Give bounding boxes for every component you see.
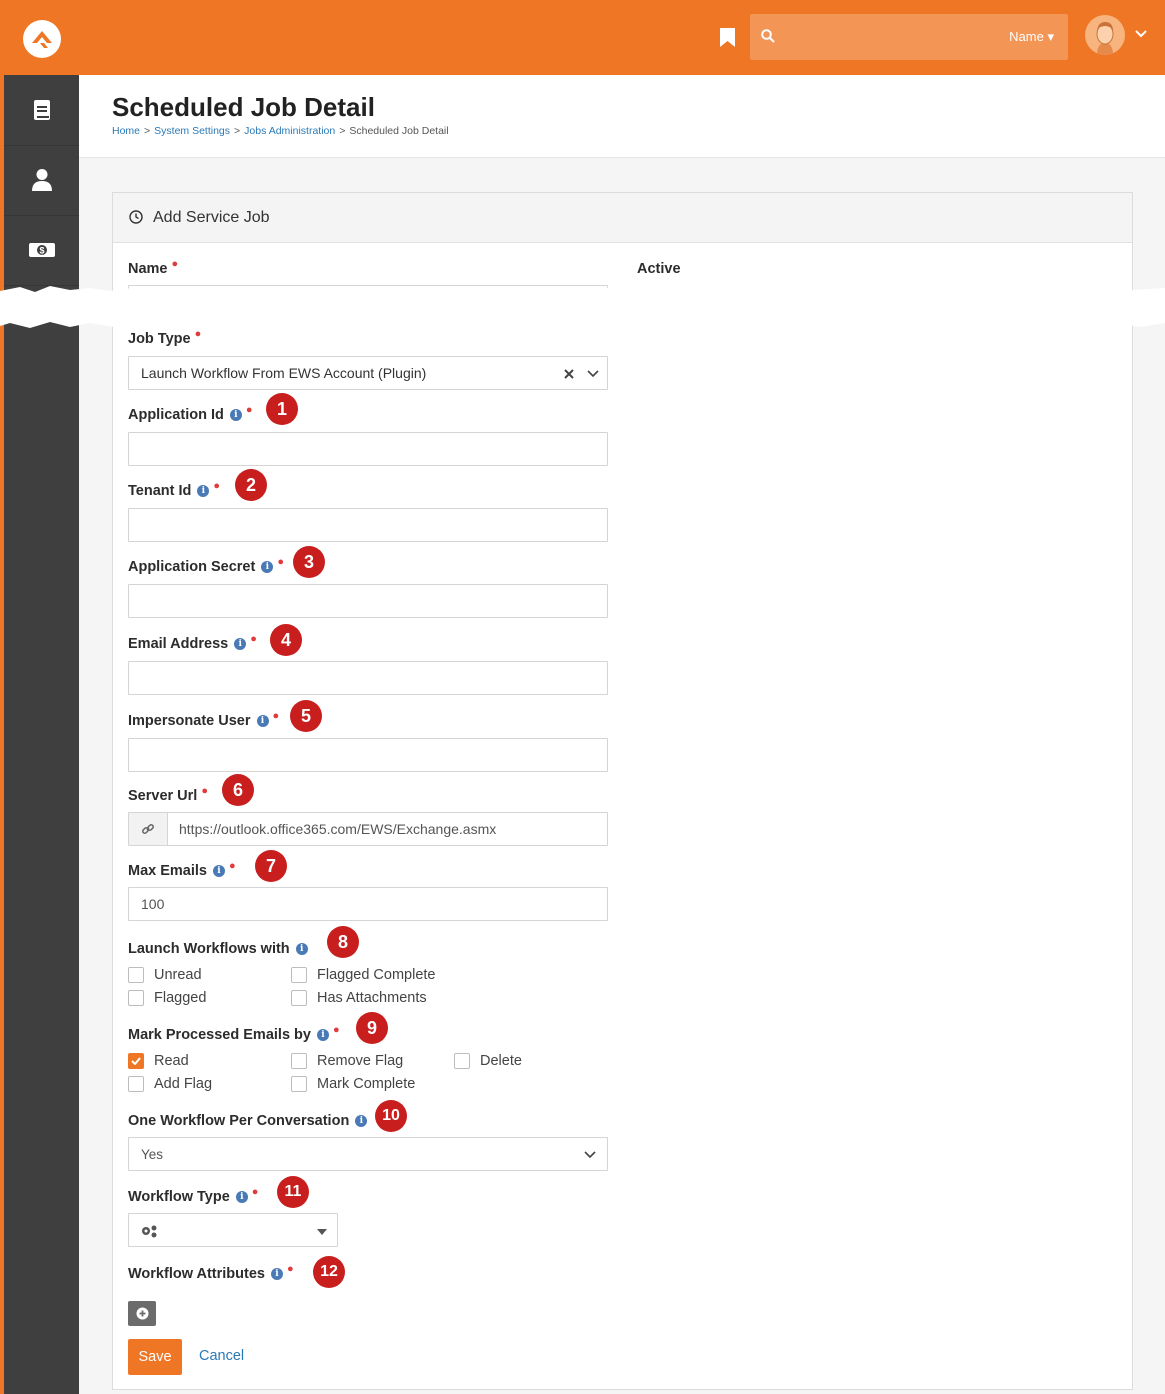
email-address-input[interactable] xyxy=(128,661,608,695)
callout-badge-5: 5 xyxy=(290,700,322,732)
checkbox-has-attachments[interactable]: Has Attachments xyxy=(291,990,427,1006)
info-icon[interactable]: i xyxy=(295,943,308,955)
search-input[interactable]: Name ▾ xyxy=(750,14,1068,60)
info-icon[interactable]: i xyxy=(355,1115,368,1127)
impersonate-user-input[interactable] xyxy=(128,738,608,772)
callout-badge-8: 8 xyxy=(327,926,359,958)
breadcrumb-system-settings[interactable]: System Settings xyxy=(154,125,230,137)
info-icon[interactable]: i xyxy=(256,715,269,727)
info-icon[interactable]: i xyxy=(234,638,247,650)
money-icon: $ xyxy=(28,243,55,257)
info-icon[interactable]: i xyxy=(197,485,210,497)
callout-badge-7: 7 xyxy=(255,850,287,882)
workflow-type-picker[interactable] xyxy=(128,1213,338,1247)
callout-badge-2: 2 xyxy=(235,469,267,501)
chevron-down-icon xyxy=(584,1151,596,1159)
info-icon[interactable]: i xyxy=(261,561,274,573)
info-icon[interactable]: i xyxy=(229,409,242,421)
breadcrumb-home[interactable]: Home xyxy=(112,125,140,137)
callout-badge-3: 3 xyxy=(293,546,325,578)
top-navbar: Name ▾ xyxy=(0,0,1165,75)
clear-icon[interactable] xyxy=(564,369,574,379)
caret-down-icon xyxy=(317,1229,327,1235)
page-title: Scheduled Job Detail xyxy=(112,92,375,122)
checkbox-flagged-complete[interactable]: Flagged Complete xyxy=(291,967,436,983)
checkbox-mark-complete[interactable]: Mark Complete xyxy=(291,1076,415,1092)
svg-text:$: $ xyxy=(39,246,44,256)
avatar[interactable] xyxy=(1085,15,1125,55)
user-icon xyxy=(31,169,52,191)
add-attribute-button[interactable] xyxy=(128,1301,156,1326)
application-secret-label: Application Secret i ● xyxy=(128,556,284,575)
one-workflow-label: One Workflow Per Conversation i xyxy=(128,1113,368,1129)
sidebar: $ xyxy=(0,75,79,1394)
checkbox-read[interactable]: Read xyxy=(128,1053,189,1069)
breadcrumb-current: Scheduled Job Detail xyxy=(349,125,449,137)
one-workflow-value: Yes xyxy=(141,1147,164,1162)
callout-badge-6: 6 xyxy=(222,774,254,806)
checkbox-unread[interactable]: Unread xyxy=(128,967,202,983)
callout-badge-12: 12 xyxy=(313,1256,345,1288)
application-id-label: Application Id i ● xyxy=(128,404,253,423)
info-icon[interactable]: i xyxy=(235,1191,248,1203)
link-icon xyxy=(142,824,154,834)
workflow-attributes-label: Workflow Attributes i ● xyxy=(128,1263,294,1282)
panel-heading: Add Service Job xyxy=(113,193,1132,243)
panel-title: Add Service Job xyxy=(153,209,270,226)
application-secret-input[interactable] xyxy=(128,584,608,618)
launch-workflows-label: Launch Workflows with i xyxy=(128,941,308,957)
breadcrumb: Home > System Settings > Jobs Administration… xyxy=(112,125,449,137)
checkbox-delete[interactable]: Delete xyxy=(454,1053,522,1069)
job-type-value: Launch Workflow From EWS Account (Plugin… xyxy=(141,365,427,381)
check-icon xyxy=(131,1057,141,1065)
job-type-label: Job Type ● xyxy=(128,328,202,347)
max-emails-input[interactable]: 100 xyxy=(128,887,608,921)
save-button[interactable]: Save xyxy=(128,1339,182,1375)
url-addon xyxy=(129,813,168,845)
search-icon xyxy=(761,29,775,43)
workflow-type-label: Workflow Type i ● xyxy=(128,1186,259,1205)
sidebar-item-finance[interactable]: $ xyxy=(4,215,79,286)
server-url-label: Server Url ● xyxy=(128,785,208,804)
callout-badge-9: 9 xyxy=(356,1012,388,1044)
callout-badge-4: 4 xyxy=(270,624,302,656)
torn-edge xyxy=(0,286,1165,328)
tenant-id-label: Tenant Id i ● xyxy=(128,480,221,499)
breadcrumb-jobs-administration[interactable]: Jobs Administration xyxy=(244,125,335,137)
chevron-down-icon[interactable] xyxy=(1135,30,1147,38)
checkbox-flagged[interactable]: Flagged xyxy=(128,990,206,1006)
impersonate-user-label: Impersonate User i ● xyxy=(128,710,280,729)
callout-badge-10: 10 xyxy=(375,1100,407,1132)
plus-circle-icon xyxy=(136,1307,148,1320)
tenant-id-input[interactable] xyxy=(128,508,608,542)
sidebar-item-content[interactable] xyxy=(4,75,79,146)
checkbox-add-flag[interactable]: Add Flag xyxy=(128,1076,212,1092)
book-icon xyxy=(33,100,50,120)
sidebar-item-people[interactable] xyxy=(4,145,79,216)
gears-icon xyxy=(142,1225,157,1238)
checkbox-remove-flag[interactable]: Remove Flag xyxy=(291,1053,403,1069)
name-label: Name ● xyxy=(128,258,179,277)
chevron-down-icon xyxy=(587,370,599,378)
server-url-input[interactable]: https://outlook.office365.com/EWS/Exchan… xyxy=(128,812,608,846)
max-emails-label: Max Emails i ● xyxy=(128,860,236,879)
job-type-select[interactable]: Launch Workflow From EWS Account (Plugin… xyxy=(128,356,608,390)
server-url-value: https://outlook.office365.com/EWS/Exchan… xyxy=(179,821,497,837)
one-workflow-select[interactable]: Yes xyxy=(128,1137,608,1171)
application-id-input[interactable] xyxy=(128,432,608,466)
callout-badge-11: 11 xyxy=(277,1176,309,1208)
info-icon[interactable]: i xyxy=(213,865,225,877)
email-address-label: Email Address i ● xyxy=(128,633,257,652)
clock-icon xyxy=(129,210,143,224)
info-icon[interactable]: i xyxy=(270,1268,283,1280)
cancel-link[interactable]: Cancel xyxy=(199,1348,244,1364)
info-icon[interactable]: i xyxy=(316,1029,329,1041)
active-label: Active xyxy=(637,261,681,277)
callout-badge-1: 1 xyxy=(266,393,298,425)
mark-processed-label: Mark Processed Emails by i ● xyxy=(128,1024,340,1043)
search-filter-dropdown[interactable]: Name ▾ xyxy=(1009,29,1054,45)
rock-logo-icon[interactable] xyxy=(23,20,61,58)
bookmark-icon[interactable] xyxy=(720,28,735,47)
